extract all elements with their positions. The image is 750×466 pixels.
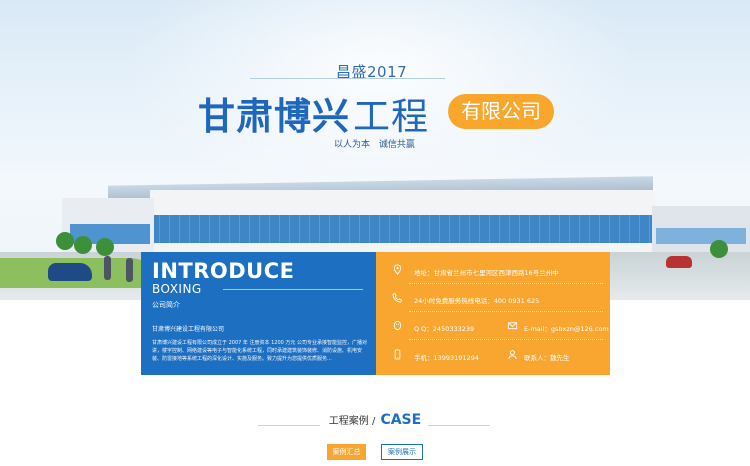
email-icon — [507, 322, 518, 330]
person-figure — [126, 258, 133, 282]
contact-panel: 地址：甘肃省兰州市七里河区西津西路16号兰州中 24小时免费服务热线电话：400… — [376, 252, 610, 375]
palm-tree — [56, 232, 74, 250]
intro-divider — [223, 289, 363, 290]
car — [666, 256, 692, 268]
contact-qq: Q Q：2450333239 — [414, 325, 475, 333]
company-title-light: 工程 — [353, 95, 429, 138]
person-figure — [104, 256, 111, 280]
intro-subheading: BOXING — [152, 282, 202, 296]
contact-hotline: 24小时免费服务热线电话：400 0931 625 — [414, 297, 540, 305]
intro-heading: INTRODUCE — [152, 259, 295, 283]
contact-email[interactable]: E-mail：gsbxzn@126.com — [524, 323, 609, 333]
case-summary-button[interactable]: 案例汇总 — [327, 444, 366, 460]
case-title-en: CASE — [380, 412, 422, 428]
palm-tree — [96, 238, 114, 256]
intro-panel: INTRODUCE BOXING 公司简介 甘肃博兴建设工程有限公司 甘肃博兴建… — [141, 252, 376, 375]
mobile-icon — [394, 349, 401, 360]
person-icon — [508, 350, 517, 360]
company-title-bold: 甘肃博兴 — [198, 95, 350, 138]
factory-right-windows — [656, 228, 746, 244]
year-divider — [250, 78, 445, 79]
contact-person: 联系人：魏先生 — [524, 354, 570, 362]
contact-phone: 手机：13993191294 — [414, 354, 479, 362]
slogan: 以人为本 诚信共赢 — [334, 140, 415, 150]
factory-windows — [150, 215, 655, 243]
intro-label: 公司简介 — [152, 301, 180, 309]
location-pin-icon — [393, 264, 402, 275]
contact-address: 地址：甘肃省兰州市七里河区西津西路16号兰州中 — [414, 269, 559, 277]
case-title-cn: 工程案例 / — [328, 416, 376, 427]
phone-icon — [392, 292, 403, 303]
palm-tree — [710, 240, 728, 258]
company-name: 甘肃博兴建设工程有限公司 — [152, 326, 225, 333]
case-section-title: 工程案例 / CASE — [0, 409, 750, 428]
company-title-badge: 有限公司 — [448, 94, 554, 129]
case-show-button[interactable]: 案例展示 — [381, 444, 423, 460]
contact-divider — [409, 339, 603, 340]
contact-divider — [409, 311, 603, 312]
qq-icon — [393, 320, 402, 331]
palm-tree — [74, 236, 92, 254]
contact-divider — [409, 283, 603, 284]
company-description: 甘肃博兴建设工程有限公司成立于 2007 年 注册资本 1200 万元 公司专业… — [152, 340, 367, 362]
car — [48, 263, 92, 281]
